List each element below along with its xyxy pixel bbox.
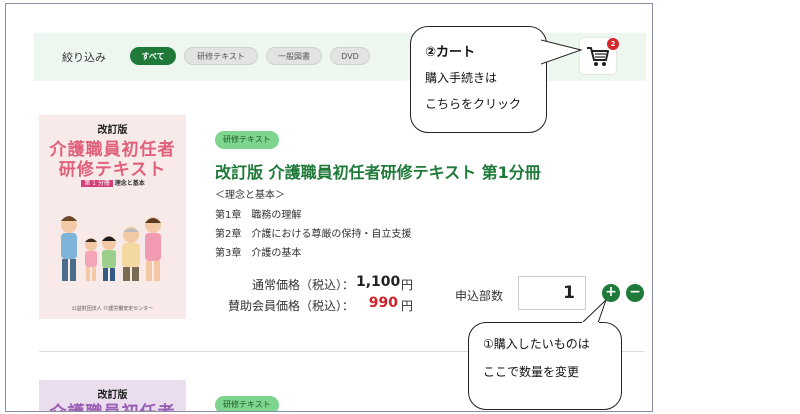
chapter-3: 第3章 介護の基本 [215, 248, 302, 259]
filter-chip-dvd[interactable]: DVD [330, 47, 370, 65]
cover-subtitle: 理念と基本 [114, 180, 145, 187]
regular-price-currency: 円 [401, 278, 414, 292]
chapter-1: 第1章 職務の理解 [215, 210, 302, 221]
quantity-callout: ①購入したいものは ここで数量を変更 [468, 322, 622, 410]
cart-callout-line2: こちらをクリック [425, 97, 522, 111]
cover-volume-band: 第 1 分冊 理念と基本 [65, 178, 161, 189]
cover-volume: 第 1 分冊 [81, 180, 113, 187]
quantity-decrease-button[interactable]: − [626, 284, 644, 302]
quantity-label: 申込部数 [455, 289, 504, 303]
filter-label: 絞り込み [62, 51, 106, 64]
product-category-tag: 研修テキスト [215, 131, 279, 149]
filter-chip-training-text[interactable]: 研修テキスト [184, 47, 258, 65]
regular-price-value: 1,100 [356, 274, 401, 290]
cover-publisher: 公益財団法人 介護労働安定センター [71, 306, 154, 312]
product-title[interactable]: 改訂版 介護職員初任者研修テキスト 第1分冊 [215, 159, 541, 183]
cart-callout: ②カート 購入手続きは こちらをクリック [410, 26, 547, 133]
cover-title-line1: 介護職員初任者 [39, 398, 186, 411]
product-category-tag: 研修テキスト [215, 396, 279, 411]
quantity-callout-line2: ここで数量を変更 [483, 365, 580, 379]
minus-icon: − [629, 284, 641, 300]
regular-price-label: 通常価格（税込）： [251, 278, 354, 292]
product-subtitle: ＜理念と基本＞ [215, 190, 285, 201]
quantity-callout-pointer [581, 299, 607, 324]
cart-callout-line1: 購入手続きは [425, 71, 498, 85]
product-cover-image[interactable]: 改訂版 介護職員初任者 [39, 380, 186, 411]
cart-callout-title: ②カート [425, 45, 476, 60]
quantity-callout-line1: ①購入したいものは [483, 337, 590, 351]
member-price-value: 990 [368, 295, 398, 311]
chapter-2: 第2章 介護における尊厳の保持・自立支援 [215, 229, 412, 240]
product-list-frame: 絞り込み すべて 研修テキスト 一般図書 DVD 2 改訂版 介護職員初任者 研… [5, 3, 653, 412]
filter-chip-general-books[interactable]: 一般図書 [266, 47, 322, 65]
product-cover-image[interactable]: 改訂版 介護職員初任者 研修テキスト 第 1 分冊 理念と基本 公益財団法人 介… [39, 115, 186, 319]
cart-count-badge: 2 [607, 38, 619, 50]
cart-callout-pointer [541, 39, 583, 65]
cover-title-line2: 研修テキスト [58, 160, 167, 180]
filter-chip-all[interactable]: すべて [130, 47, 176, 65]
cover-edition: 改訂版 [97, 125, 128, 136]
member-price-label: 賛助会員価格（税込）： [227, 299, 354, 313]
cover-family-illustration [61, 216, 161, 281]
member-price-currency: 円 [401, 299, 414, 313]
